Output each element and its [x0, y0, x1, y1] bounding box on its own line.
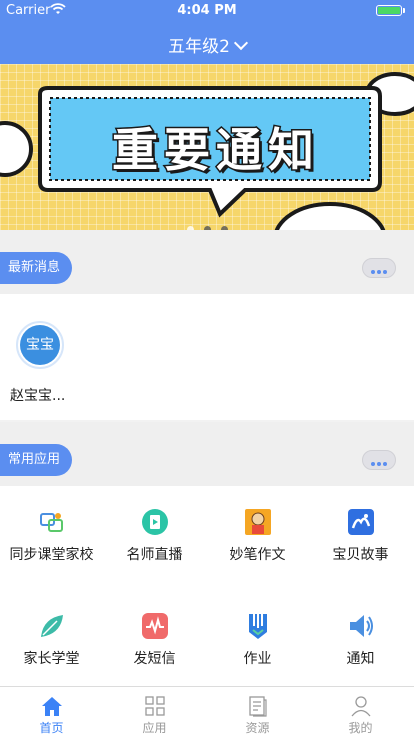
news-section-label: 最新消息	[0, 252, 73, 284]
tab-home[interactable]: 首页	[0, 687, 103, 736]
apps-section-label: 常用应用	[0, 444, 73, 476]
app-homework[interactable]: 作业	[206, 590, 309, 686]
tab-label: 应用	[142, 721, 167, 735]
app-label: 名师直播	[126, 547, 183, 563]
app-label: 发短信	[133, 651, 176, 667]
status-bar: Carrier 4:04 PM	[0, 0, 414, 20]
home-icon	[42, 697, 62, 716]
avatar[interactable]: 宝宝	[16, 321, 64, 369]
notice-icon	[350, 615, 373, 637]
app-label: 家长学堂	[23, 651, 80, 667]
banner-title: 重要通知	[111, 122, 320, 179]
profile-icon	[351, 696, 371, 717]
carousel-dots[interactable]	[0, 218, 414, 230]
app-label: 同步课堂家校	[9, 547, 94, 563]
message-sender-name[interactable]: 赵宝宝...	[10, 385, 65, 405]
app-label: 通知	[346, 651, 375, 667]
class-selector[interactable]: 五年级2	[0, 32, 414, 57]
tab-label: 我的	[348, 721, 373, 735]
chevron-down-icon	[233, 35, 248, 51]
message-list: 宝宝 赵宝宝...	[0, 294, 414, 420]
app-notice[interactable]: 通知	[309, 590, 412, 686]
status-time: 4:04 PM	[177, 3, 237, 18]
app-composition[interactable]: 妙笔作文	[206, 486, 309, 582]
news-section-header: 最新消息	[0, 230, 414, 294]
sync-class-icon	[40, 513, 63, 532]
avatar-text: 宝宝	[20, 325, 60, 365]
apps-section-header: 常用应用	[0, 422, 414, 486]
tab-label: 首页	[39, 721, 64, 735]
app-grid: 同步课堂家校 名师直播 妙笔作文 宝贝故事 家长学堂 发短信 作业 通知	[0, 486, 414, 686]
live-teacher-icon	[142, 509, 168, 535]
tab-resources[interactable]: 资源	[206, 687, 309, 736]
resources-icon	[249, 696, 267, 717]
app-screen: Carrier 4:04 PM 五年级2 重要通知 最新消息 宝宝 赵宝宝...…	[0, 0, 414, 736]
parent-school-icon	[41, 615, 63, 637]
apps-icon	[145, 696, 165, 716]
tab-bar: 首页 应用 资源 我的	[0, 686, 414, 736]
app-live-teacher[interactable]: 名师直播	[103, 486, 206, 582]
app-label: 妙笔作文	[229, 547, 286, 563]
app-sms[interactable]: 发短信	[103, 590, 206, 686]
app-parent-school[interactable]: 家长学堂	[0, 590, 103, 686]
tab-label: 资源	[245, 721, 270, 735]
composition-icon	[245, 509, 271, 535]
class-selector-label: 五年级2	[168, 37, 230, 57]
header: Carrier 4:04 PM 五年级2	[0, 0, 414, 64]
apps-more-button[interactable]	[362, 450, 396, 470]
app-label: 宝贝故事	[332, 547, 389, 563]
app-story[interactable]: 宝贝故事	[309, 486, 412, 582]
battery-tip	[403, 8, 405, 13]
story-icon	[348, 509, 374, 535]
notice-banner[interactable]: 重要通知	[0, 64, 414, 230]
app-sync-class[interactable]: 同步课堂家校	[0, 486, 103, 582]
tab-apps[interactable]: 应用	[103, 687, 206, 736]
sms-icon	[142, 613, 168, 639]
news-more-button[interactable]	[362, 258, 396, 278]
tab-profile[interactable]: 我的	[309, 687, 412, 736]
app-label: 作业	[243, 651, 272, 667]
battery-icon	[376, 5, 402, 16]
homework-icon	[249, 614, 267, 639]
